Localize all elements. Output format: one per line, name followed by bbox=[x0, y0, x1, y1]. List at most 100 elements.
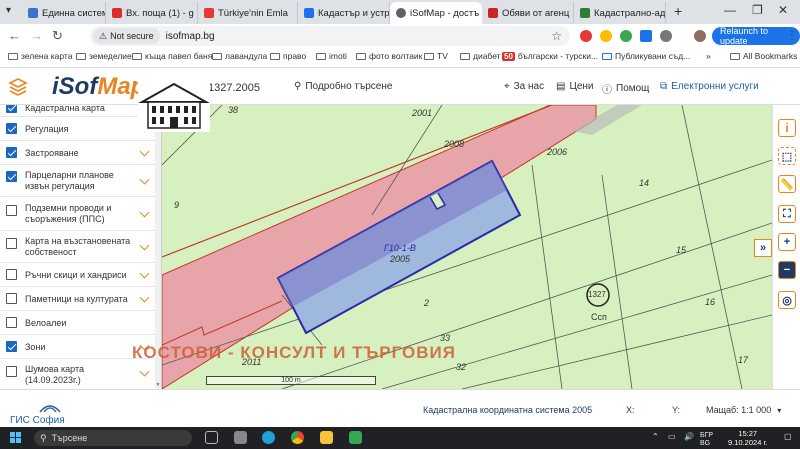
browser-tab[interactable]: Кадастрално-ад bbox=[574, 2, 666, 24]
url-text[interactable]: isofmap.bg bbox=[166, 31, 215, 42]
browser-menu-icon[interactable]: ⋮ bbox=[786, 28, 798, 42]
reload-icon[interactable]: ↻ bbox=[52, 28, 63, 44]
extensions-puzzle-icon[interactable] bbox=[660, 30, 672, 42]
chevron-down-icon[interactable] bbox=[139, 268, 150, 279]
back-icon[interactable]: ← bbox=[8, 28, 21, 43]
browser-tab[interactable]: Türkiye'nin Emla bbox=[198, 2, 298, 24]
extension-icon[interactable] bbox=[640, 30, 652, 42]
zoom-out-icon[interactable]: − bbox=[778, 261, 796, 279]
browser-tab[interactable]: Единна система bbox=[22, 2, 106, 24]
bookmark-folder[interactable]: къща павел баня bbox=[132, 51, 212, 61]
prices-link[interactable]: ▤ Цени bbox=[556, 81, 594, 92]
layer-checkbox[interactable] bbox=[6, 105, 17, 113]
chrome-icon[interactable] bbox=[291, 431, 304, 444]
scale-selector[interactable]: Мащаб: 1:1 000 ▾ bbox=[706, 405, 781, 415]
layer-item[interactable]: Регулация bbox=[0, 117, 158, 141]
layer-checkbox[interactable] bbox=[6, 317, 17, 328]
chevron-down-icon[interactable] bbox=[139, 207, 150, 218]
language-indicator[interactable]: БГР BG bbox=[700, 432, 713, 448]
browser-tab[interactable]: Кадастър и устр bbox=[298, 2, 390, 24]
layer-checkbox[interactable] bbox=[6, 123, 17, 134]
extension-icon[interactable] bbox=[600, 30, 612, 42]
close-window-icon[interactable]: ✕ bbox=[778, 3, 788, 17]
notifications-icon[interactable]: ▢ bbox=[784, 432, 792, 441]
extension-icon[interactable] bbox=[580, 30, 592, 42]
help-link[interactable]: ⓘ Помощ bbox=[602, 81, 649, 96]
info-tool-icon[interactable]: i bbox=[778, 119, 796, 137]
chevron-down-icon[interactable] bbox=[139, 366, 150, 377]
chevron-down-icon[interactable] bbox=[139, 174, 150, 185]
browser-tab-active[interactable]: iSofMap - достъ ✕ bbox=[390, 2, 482, 24]
security-indicator[interactable]: ⚠ Not secure bbox=[93, 28, 160, 44]
layer-checkbox[interactable] bbox=[6, 341, 17, 352]
bookmark-folder[interactable]: земеделие bbox=[76, 51, 132, 61]
layer-item[interactable]: Ръчни скици и хандриси bbox=[0, 263, 158, 287]
eservices-link[interactable]: ⧉ Електронни услуги bbox=[660, 81, 759, 92]
new-tab-button[interactable]: + bbox=[674, 3, 682, 19]
expand-panel-button[interactable]: » bbox=[754, 239, 772, 257]
utorrent-icon[interactable] bbox=[349, 431, 362, 444]
more-bookmarks-button[interactable]: » bbox=[706, 51, 711, 61]
network-icon[interactable]: ▭ bbox=[668, 432, 676, 441]
system-clock[interactable]: 15:27 9.10.2024 г. bbox=[728, 429, 767, 447]
browser-tab[interactable]: Вх. поща (1) - g bbox=[106, 2, 198, 24]
locate-icon[interactable]: ◎ bbox=[778, 291, 796, 309]
layer-checkbox[interactable] bbox=[6, 171, 17, 182]
browser-tab[interactable]: Обяви от агенц bbox=[482, 2, 574, 24]
bookmark-item[interactable]: Публикувани съд... bbox=[602, 51, 690, 61]
layer-item[interactable]: Кадастрална карта bbox=[0, 105, 158, 117]
layer-checkbox[interactable] bbox=[6, 205, 17, 216]
restore-icon[interactable]: ❐ bbox=[752, 3, 763, 17]
bookmark-folder[interactable]: imoti bbox=[316, 51, 347, 61]
tray-overflow-icon[interactable]: ⌃ bbox=[652, 432, 659, 441]
all-bookmarks-button[interactable]: All Bookmarks bbox=[730, 51, 797, 61]
teams-icon[interactable] bbox=[234, 431, 247, 444]
layers-icon[interactable] bbox=[8, 77, 28, 97]
bookmark-folder[interactable]: зелена карта bbox=[8, 51, 72, 61]
layer-item[interactable]: Застрояване bbox=[0, 141, 158, 165]
layer-checkbox[interactable] bbox=[6, 269, 17, 280]
layer-checkbox[interactable] bbox=[6, 238, 17, 249]
bookmark-star-icon[interactable]: ☆ bbox=[551, 29, 562, 43]
volume-icon[interactable]: 🔊 bbox=[684, 432, 694, 441]
windows-start-icon[interactable] bbox=[10, 432, 21, 443]
bookmark-folder[interactable]: право bbox=[270, 51, 306, 61]
app-logo[interactable]: iSofMap bbox=[52, 73, 145, 101]
zoom-in-icon[interactable]: + bbox=[778, 233, 796, 251]
bookmark-folder[interactable]: диабет bbox=[460, 51, 501, 61]
layer-item[interactable]: Подземни проводи и съоръжения (ППС) bbox=[0, 197, 158, 231]
measure-ruler-icon[interactable]: 📏 bbox=[778, 175, 796, 193]
chevron-down-icon[interactable] bbox=[139, 146, 150, 157]
extension-icon[interactable] bbox=[620, 30, 632, 42]
full-extent-icon[interactable]: ⛶ bbox=[778, 205, 796, 223]
task-view-icon[interactable] bbox=[205, 431, 218, 444]
scroll-down-icon[interactable]: ▼ bbox=[155, 382, 161, 388]
taskbar-search[interactable]: ⚲ Търсене bbox=[34, 430, 192, 446]
advanced-search-link[interactable]: ⚲ Подробно търсене bbox=[294, 81, 392, 92]
chevron-down-icon[interactable]: ▾ bbox=[777, 406, 781, 415]
bookmark-folder[interactable]: лавандула bbox=[212, 51, 267, 61]
minimize-icon[interactable]: — bbox=[724, 3, 736, 17]
chevron-down-icon[interactable] bbox=[139, 240, 150, 251]
address-bar[interactable]: ⚠ Not secure isofmap.bg ☆ bbox=[90, 26, 570, 46]
layer-item[interactable]: Велоалеи bbox=[0, 311, 158, 335]
file-explorer-icon[interactable] bbox=[320, 431, 333, 444]
bookmark-folder[interactable]: TV bbox=[424, 51, 448, 61]
layer-checkbox[interactable] bbox=[6, 366, 17, 377]
layer-checkbox[interactable] bbox=[6, 147, 17, 158]
select-area-icon[interactable]: ⬚ bbox=[778, 147, 796, 165]
bookmark-folder[interactable]: фото волтаик bbox=[356, 51, 422, 61]
profile-avatar[interactable] bbox=[694, 30, 706, 42]
layer-checkbox[interactable] bbox=[6, 293, 17, 304]
about-link[interactable]: ⌖ За нас bbox=[504, 81, 544, 92]
edge-icon[interactable] bbox=[262, 431, 275, 444]
bookmark-item[interactable]: 50 български - турски... bbox=[502, 51, 598, 61]
search-input[interactable]: 1327.2005 bbox=[204, 78, 284, 98]
layer-item[interactable]: Карта на възстановената собственост bbox=[0, 231, 158, 263]
chevron-down-icon[interactable] bbox=[139, 292, 150, 303]
layer-item[interactable]: Паметници на културата bbox=[0, 287, 158, 311]
layer-item[interactable]: Парцеларни планове извън регулация bbox=[0, 165, 158, 197]
layer-item[interactable]: Шумова карта (14.09.2023г.) bbox=[0, 359, 158, 389]
forward-icon[interactable]: → bbox=[30, 28, 43, 43]
tab-search-icon[interactable]: ▾ bbox=[6, 5, 11, 16]
